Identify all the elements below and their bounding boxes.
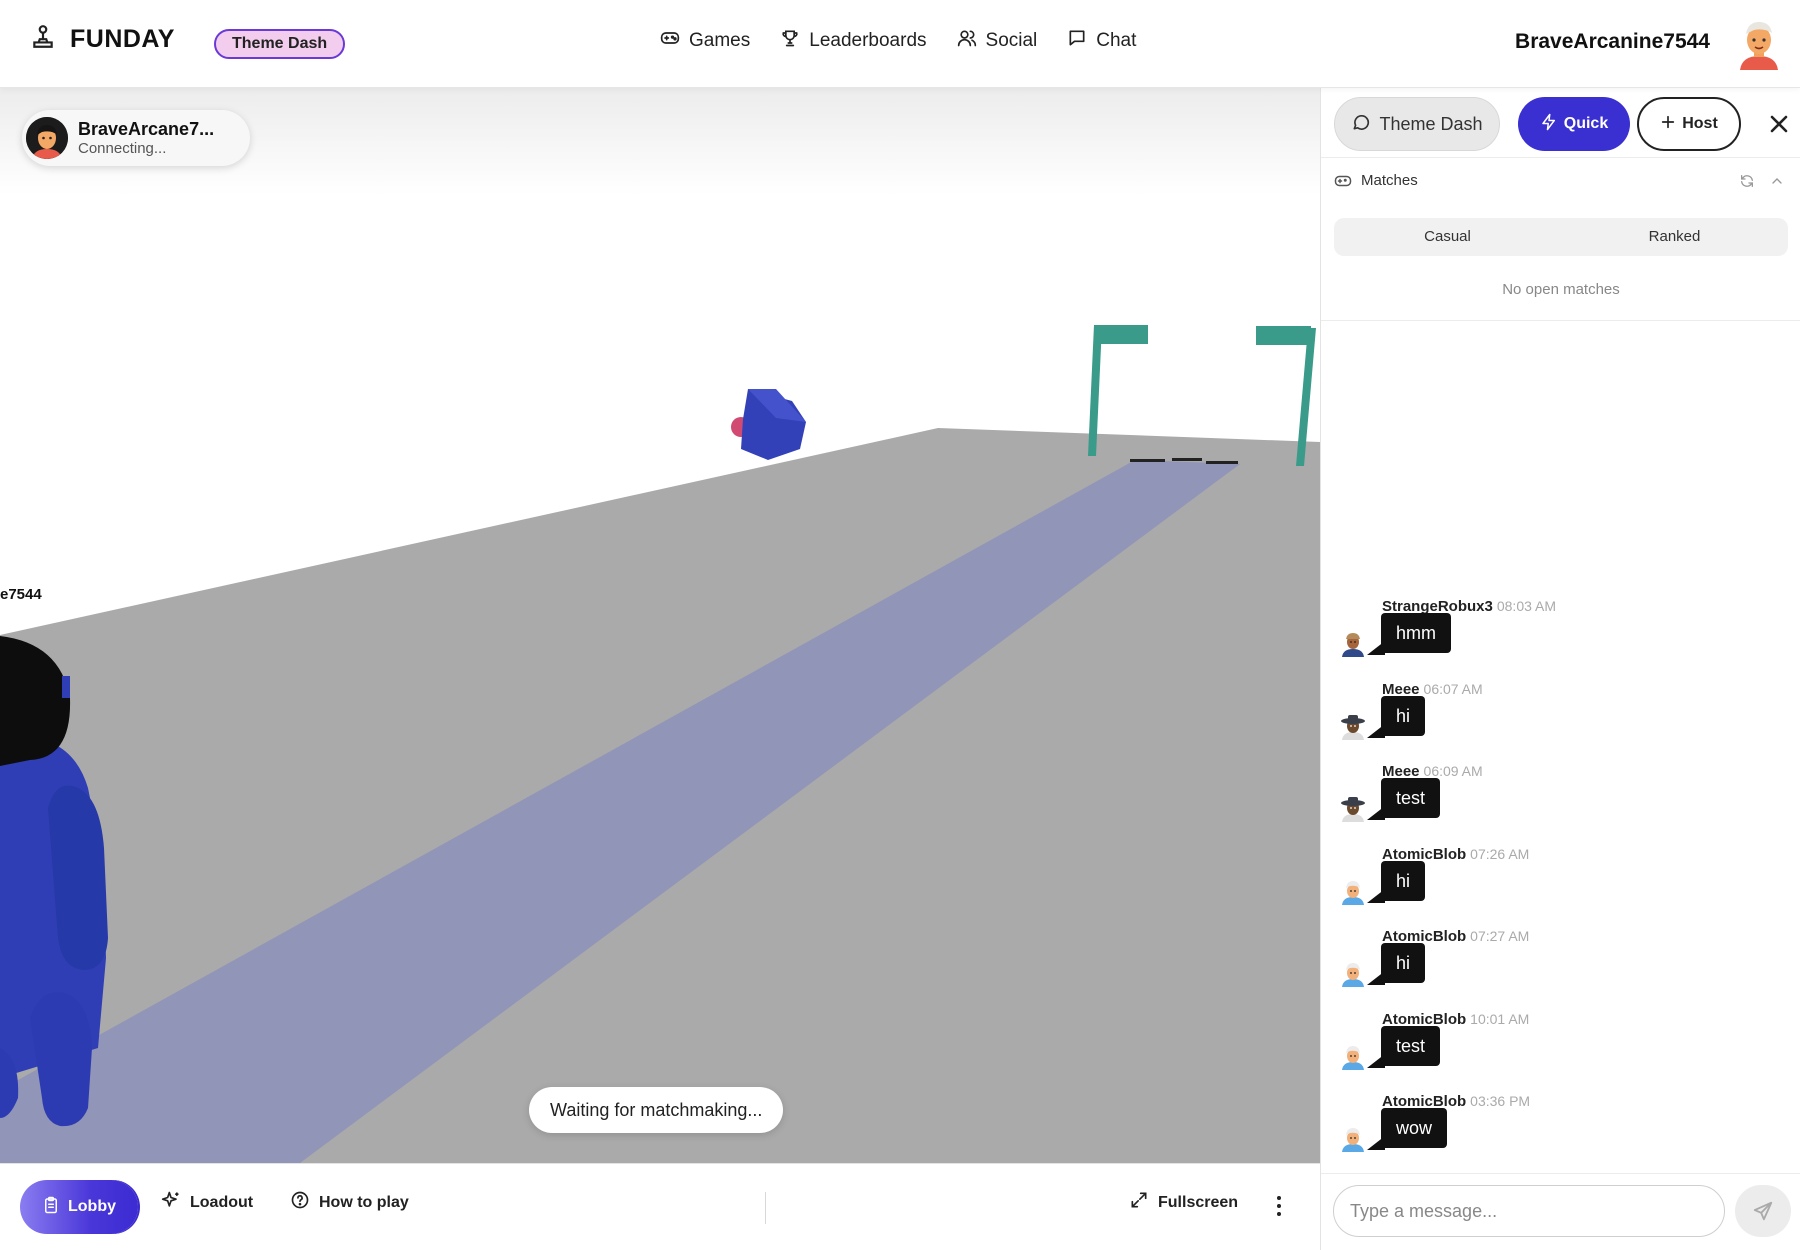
chat-message: Meee 06:09 AM test: [1321, 763, 1800, 843]
chevron-up-icon[interactable]: [1769, 173, 1785, 194]
segment-ranked[interactable]: Ranked: [1561, 218, 1788, 256]
header-username[interactable]: BraveArcanine7544: [1515, 30, 1710, 54]
panel-header: Theme Dash Quick Host: [1321, 88, 1800, 158]
player-status-chip[interactable]: BraveArcane7... Connecting...: [22, 110, 250, 166]
chat-avatar[interactable]: [1339, 1124, 1367, 1152]
player-chip-name: BraveArcane7...: [78, 118, 215, 139]
close-icon[interactable]: [1765, 110, 1793, 138]
quick-match-button[interactable]: Quick: [1518, 97, 1630, 151]
send-icon[interactable]: [1735, 1185, 1791, 1237]
side-panel: Theme Dash Quick Host Matches Casual Ran…: [1320, 88, 1800, 1250]
matchmaking-status-toast: Waiting for matchmaking...: [529, 1087, 784, 1133]
chat-bubble: test: [1381, 778, 1441, 818]
zap-icon: [1540, 113, 1558, 136]
nav-leaderboards-label: Leaderboards: [809, 30, 927, 51]
chat-avatar[interactable]: [1339, 1042, 1367, 1070]
lobby-button[interactable]: Lobby: [20, 1180, 138, 1234]
clipboard-icon: [42, 1196, 60, 1219]
empty-matches-message: No open matches: [1321, 277, 1800, 321]
matches-section-header[interactable]: Matches: [1321, 158, 1800, 202]
game-toolbar: Lobby Loadout How to play Fullscreen: [0, 1163, 1320, 1250]
chat-timestamp: 07:27 AM: [1470, 928, 1530, 944]
help-circle-icon: [290, 1190, 310, 1215]
chat-avatar[interactable]: [1339, 629, 1367, 657]
loadout-label: Loadout: [190, 1193, 254, 1211]
chat-avatar[interactable]: [1339, 877, 1367, 905]
lobby-label: Lobby: [68, 1198, 116, 1215]
host-match-button[interactable]: Host: [1637, 97, 1741, 151]
user-avatar[interactable]: [1734, 18, 1784, 70]
chat-timestamp: 08:03 AM: [1496, 598, 1557, 614]
game-scene[interactable]: [0, 88, 1320, 1163]
matches-title: Matches: [1361, 172, 1418, 189]
loadout-button[interactable]: Loadout: [161, 1190, 253, 1215]
match-type-segmented: Casual Ranked: [1334, 218, 1788, 256]
trophy-icon: [780, 28, 800, 54]
nav-leaderboards[interactable]: Leaderboards: [780, 28, 927, 54]
chat-bubble: hi: [1381, 943, 1426, 983]
chat-bubble: hmm: [1381, 613, 1451, 653]
sparkles-icon: [161, 1190, 181, 1215]
player-chip-text: BraveArcane7... Connecting...: [78, 119, 214, 158]
fullscreen-button[interactable]: Fullscreen: [1129, 1190, 1238, 1215]
nav-games[interactable]: Games: [660, 28, 750, 54]
chat-timestamp: 06:07 AM: [1423, 681, 1483, 697]
users-icon: [957, 28, 977, 54]
chat-timestamp: 03:36 PM: [1470, 1093, 1531, 1109]
nav-chat-label: Chat: [1096, 30, 1137, 51]
chat-bubble: wow: [1381, 1108, 1448, 1148]
brand[interactable]: FUNDAY: [30, 24, 175, 55]
segment-casual[interactable]: Casual: [1334, 218, 1561, 256]
chat-message: StrangeRobux3 08:03 AM hmm: [1321, 598, 1800, 678]
chat-avatar[interactable]: [1339, 959, 1367, 987]
chat-timestamp: 10:01 AM: [1470, 1011, 1530, 1027]
expand-icon: [1129, 1190, 1149, 1215]
chat-avatar[interactable]: [1339, 794, 1367, 822]
nav-games-label: Games: [689, 30, 751, 51]
chat-message: AtomicBlob 10:01 AM test: [1321, 1011, 1800, 1091]
nav-social[interactable]: Social: [957, 28, 1038, 54]
chat-avatar[interactable]: [1339, 712, 1367, 740]
how-to-play-button[interactable]: How to play: [290, 1190, 409, 1215]
chat-bubble: hi: [1381, 696, 1426, 736]
chat-timestamp: 06:09 AM: [1423, 763, 1483, 779]
how-to-play-label: How to play: [319, 1193, 409, 1211]
chat-message: AtomicBlob 07:26 AM hi: [1321, 846, 1800, 926]
chat-message: Meee 06:07 AM hi: [1321, 681, 1800, 761]
chat-bubble: hi: [1381, 861, 1426, 901]
chat-message: AtomicBlob 03:36 PM wow: [1321, 1093, 1800, 1173]
theme-dash-tab-label: Theme Dash: [1379, 113, 1483, 134]
character-name-tag: e7544: [0, 586, 42, 603]
top-navigation: FUNDAY Theme Dash Games Leaderboards Soc…: [0, 0, 1800, 88]
game-viewport[interactable]: BraveArcane7... Connecting... e7544 Wait…: [0, 88, 1320, 1163]
plus-icon: [1660, 114, 1676, 135]
theme-dash-tab[interactable]: Theme Dash: [1334, 97, 1500, 151]
player-chip-status: Connecting...: [78, 139, 167, 157]
player-avatar: [26, 117, 68, 159]
brand-name: FUNDAY: [70, 25, 175, 53]
message-square-icon: [1067, 28, 1087, 54]
fullscreen-label: Fullscreen: [1158, 1193, 1239, 1211]
chat-composer: [1321, 1173, 1800, 1250]
nav-social-label: Social: [985, 30, 1038, 51]
quick-label: Quick: [1563, 115, 1609, 132]
more-options-icon[interactable]: [1271, 1191, 1287, 1221]
joystick-icon: [30, 24, 56, 55]
host-label: Host: [1682, 115, 1718, 132]
toolbar-divider: [765, 1192, 766, 1224]
chat-timestamp: 07:26 AM: [1470, 846, 1530, 862]
chat-message: AtomicBlob 07:27 AM hi: [1321, 928, 1800, 1008]
gamepad-icon: [1334, 172, 1352, 195]
message-input[interactable]: [1333, 1185, 1725, 1237]
chat-bubble: test: [1381, 1026, 1441, 1066]
main-nav: Games Leaderboards Social Chat: [660, 28, 1136, 54]
gamepad-icon: [660, 28, 680, 54]
nav-chat[interactable]: Chat: [1067, 28, 1136, 54]
message-circle-icon: [1351, 112, 1371, 137]
refresh-icon[interactable]: [1739, 173, 1755, 194]
game-badge[interactable]: Theme Dash: [214, 29, 346, 59]
